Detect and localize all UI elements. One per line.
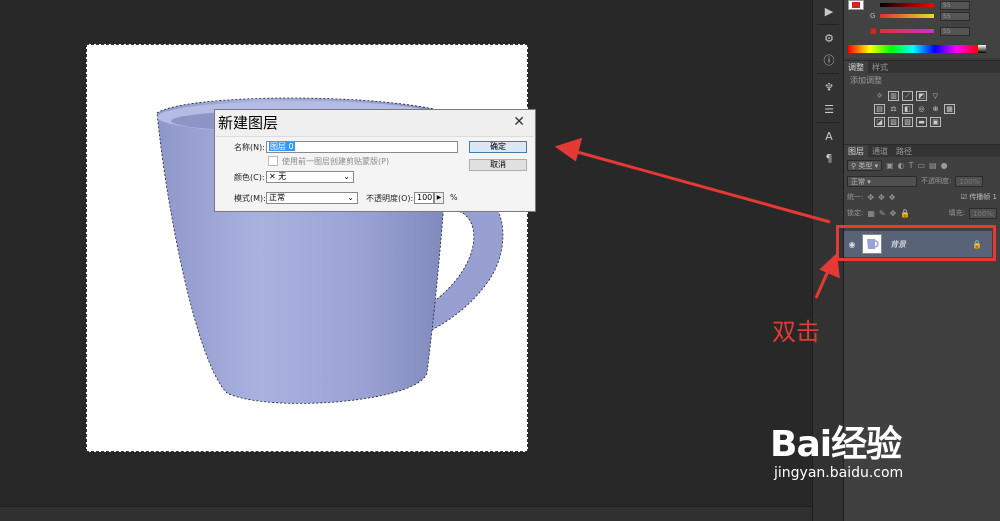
baidu-watermark: Bai经验 jingyan.baidu.com bbox=[770, 415, 903, 481]
mode-select[interactable]: 正常 ⌄ bbox=[266, 192, 358, 204]
opacity-label: 不透明度(O): bbox=[366, 194, 414, 203]
chevron-down-icon: ⌄ bbox=[347, 193, 354, 202]
chevron-down-icon: ⌄ bbox=[343, 172, 350, 181]
status-bar bbox=[0, 506, 812, 521]
close-icon[interactable]: ✕ bbox=[513, 114, 525, 130]
watermark-url: jingyan.baidu.com bbox=[774, 465, 904, 481]
mode-label: 模式(M): bbox=[234, 194, 266, 203]
dialog-title: 新建图层 bbox=[218, 114, 279, 132]
opacity-stepper[interactable]: ▶ bbox=[434, 192, 444, 204]
opacity-unit: % bbox=[450, 193, 458, 202]
color-select-value: 无 bbox=[278, 172, 287, 181]
clip-mask-label: 使用前一图层创建剪贴蒙版(P) bbox=[282, 157, 390, 166]
name-input[interactable]: 图层 0 bbox=[266, 141, 458, 153]
name-label: 名称(N): bbox=[234, 143, 265, 152]
annotation-text: 双击 bbox=[772, 318, 820, 346]
no-color-icon: ✕ bbox=[269, 172, 276, 181]
mode-select-value: 正常 bbox=[269, 193, 285, 202]
dialog-body: 名称(N): 图层 0 使用前一图层创建剪贴蒙版(P) 颜色(C): ✕ 无 ⌄… bbox=[216, 136, 534, 210]
ok-button[interactable]: 确定 bbox=[469, 141, 527, 153]
cancel-button[interactable]: 取消 bbox=[469, 159, 527, 171]
color-label: 颜色(C): bbox=[234, 173, 265, 182]
name-input-value: 图层 0 bbox=[269, 142, 295, 151]
watermark-logo: Bai经验 bbox=[770, 424, 902, 465]
new-layer-dialog: 新建图层 ✕ 名称(N): 图层 0 使用前一图层创建剪贴蒙版(P) 颜色(C)… bbox=[214, 109, 536, 212]
color-select[interactable]: ✕ 无 ⌄ bbox=[266, 171, 354, 183]
clip-mask-checkbox[interactable] bbox=[268, 156, 278, 166]
opacity-input[interactable]: 100 bbox=[414, 192, 434, 204]
